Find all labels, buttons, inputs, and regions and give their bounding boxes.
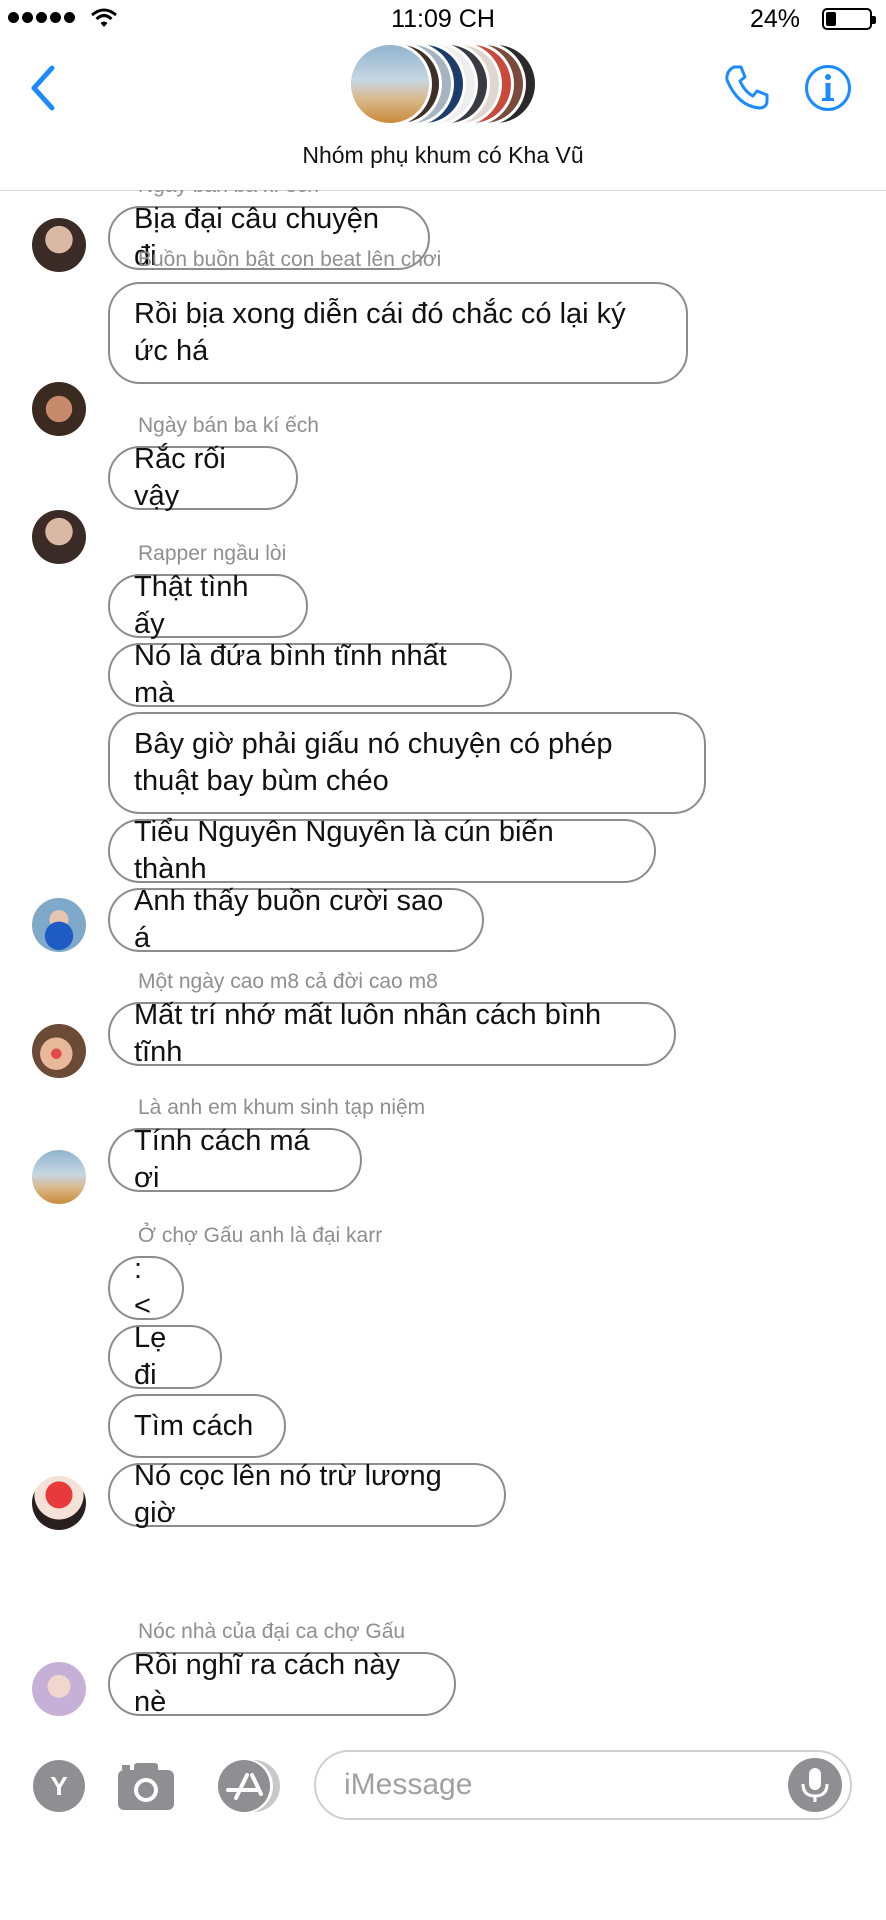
sender-name: Buồn buồn bật con beat lên chơi — [138, 248, 442, 271]
avatar[interactable] — [32, 1150, 86, 1204]
sender-name: Một ngày cao m8 cả đời cao m8 — [138, 970, 438, 993]
sender-name: Ngày bán ba kí ếch — [138, 414, 319, 437]
message-bubble[interactable]: Tìm cách — [108, 1394, 286, 1458]
message-bubble[interactable]: Lẹ đi — [108, 1322, 222, 1391]
sender-name: Rapper ngầu lòi — [138, 542, 287, 565]
message-bubble[interactable]: Rắc rối vậy — [108, 443, 298, 512]
sender-name: Ở chợ Gấu anh là đại karr — [138, 1224, 383, 1247]
message-bubble[interactable]: Mất trí nhớ mất luôn nhân cách bình tĩnh — [108, 999, 676, 1068]
sender-name: Là anh em khum sinh tạp niệm — [138, 1096, 426, 1119]
avatar[interactable] — [32, 1024, 86, 1078]
avatar[interactable] — [32, 1476, 86, 1530]
sender-name: Nóc nhà của đại ca chợ Gấu — [138, 1620, 406, 1643]
message-bubble[interactable]: Rồi bịa xong diễn cái đó chắc có lại ký … — [108, 282, 688, 384]
app-store-icon[interactable] — [214, 1758, 284, 1814]
message-bubble[interactable]: :< — [108, 1253, 184, 1322]
message-input-placeholder: iMessage — [344, 1768, 473, 1801]
avatar[interactable] — [32, 510, 86, 564]
phone-call-icon[interactable] — [722, 62, 772, 112]
message-bubble[interactable]: Nó cọc lên nó trừ lương giờ — [108, 1460, 506, 1529]
message-bubble[interactable]: Bây giờ phải giấu nó chuyện có phép thuậ… — [108, 712, 706, 814]
message-list[interactable]: Ngày bán ba kí ếch Bịa đại câu chuyện đi… — [0, 190, 886, 1732]
message-input[interactable]: iMessage — [314, 1750, 852, 1820]
compose-bar: Y iMessage — [0, 1732, 886, 1920]
message-bubble[interactable]: Tính cách má ơi — [108, 1125, 362, 1194]
message-bubble[interactable]: Anh thấy buồn cười sao á — [108, 885, 484, 954]
camera-icon[interactable] — [116, 1758, 176, 1814]
avatar[interactable] — [32, 898, 86, 952]
message-bubble[interactable]: Thật tình ấy — [108, 571, 308, 640]
message-bubble[interactable]: Rồi nghĩ ra cách này nè — [108, 1649, 456, 1718]
avatar[interactable] — [32, 218, 86, 272]
battery-icon — [822, 8, 876, 30]
message-bubble[interactable]: Nó là đứa bình tĩnh nhất mà — [108, 640, 512, 709]
message-bubble[interactable]: Tiểu Nguyên Nguyên là cún biến thành — [108, 816, 656, 885]
back-chevron-icon[interactable] — [22, 58, 62, 118]
status-bar: 11:09 CH 24% — [0, 0, 886, 38]
conversation-header: Nhóm phụ khum có Kha Vũ — [0, 38, 886, 191]
avatar[interactable] — [32, 382, 86, 436]
sender-name-partial: Ngày bán ba kí ếch — [138, 190, 319, 198]
app-y-button[interactable]: Y — [33, 1760, 85, 1812]
group-name[interactable]: Nhóm phụ khum có Kha Vũ — [0, 142, 886, 169]
battery-percentage: 24% — [749, 5, 800, 33]
microphone-icon[interactable] — [788, 1758, 842, 1812]
avatar[interactable] — [32, 1662, 86, 1716]
group-avatar-stack[interactable] — [348, 42, 538, 128]
info-icon[interactable] — [804, 64, 852, 112]
